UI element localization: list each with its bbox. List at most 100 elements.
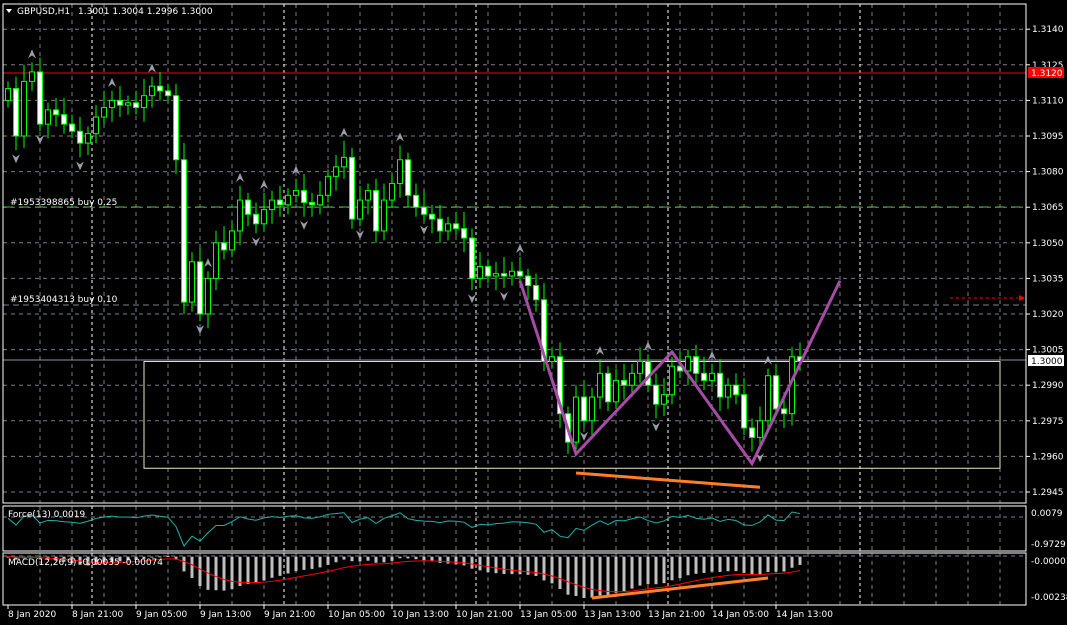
macd-histogram-bar (398, 556, 402, 559)
macd-histogram-bar (726, 556, 730, 572)
macd-histogram-bar (782, 556, 786, 572)
macd-histogram-bar (222, 556, 226, 591)
order-label-1[interactable]: #1953398865 buy 0.25 (10, 198, 117, 208)
candle (69, 114, 75, 139)
candle (117, 86, 123, 118)
candle (493, 261, 499, 291)
macd-histogram-bar (654, 556, 658, 585)
candle-body (93, 116, 99, 135)
candle-body (733, 384, 739, 396)
fractal-down-icon (300, 220, 308, 230)
candle (293, 178, 299, 203)
indicators (6, 511, 802, 600)
candle-body (461, 228, 467, 239)
candle-body (141, 95, 147, 109)
candle-body (757, 420, 763, 438)
time-tick-label: 8 Jan 2020 (8, 610, 56, 620)
fractal-down-icon (252, 237, 260, 247)
collapse-triangle-icon[interactable] (6, 9, 12, 13)
candle (525, 268, 531, 300)
candle (189, 252, 195, 312)
candle-body (749, 427, 755, 438)
candle-body (165, 90, 171, 97)
candle (341, 140, 347, 179)
candle (93, 105, 99, 144)
fractal-up-icon (396, 132, 404, 142)
candle-body (85, 133, 91, 144)
macd-histogram-bar (510, 556, 514, 575)
macd-histogram-bar (638, 556, 642, 586)
time-tick-label: 10 Jan 21:00 (456, 610, 513, 620)
macd-histogram-bar (238, 556, 242, 586)
fractal-down-icon (580, 431, 588, 441)
macd-histogram-bar (558, 556, 562, 589)
time-tick-label: 9 Jan 21:00 (264, 610, 316, 620)
candle-body (637, 360, 643, 374)
current-price-label: 1.3000 (1031, 357, 1063, 367)
macd-histogram-bar (702, 556, 706, 573)
candle (141, 79, 147, 122)
candle-body (597, 372, 603, 398)
candle (669, 356, 675, 405)
symbol-label: GBPUSD,H1 (17, 7, 70, 17)
candle (485, 259, 491, 284)
price-tick-label: 1.3110 (1032, 96, 1064, 106)
candle (101, 90, 107, 125)
candle-body (693, 356, 699, 374)
macd-histogram-bar (214, 556, 218, 591)
candle-body (373, 190, 379, 232)
candle-body (157, 85, 163, 92)
order-label-2[interactable]: #1953404313 buy 0.10 (10, 295, 118, 305)
macd-histogram-bar (678, 556, 682, 579)
candle (181, 143, 187, 315)
candle (317, 181, 323, 215)
candle-body (405, 159, 411, 196)
candle-body (493, 273, 499, 277)
price-tick-label: 1.3095 (1032, 132, 1064, 142)
candle-body (133, 102, 139, 109)
macd-axis-max: -0.00001 (1031, 557, 1067, 567)
candle (557, 342, 563, 428)
time-tick-label: 9 Jan 05:00 (136, 610, 188, 620)
candle (229, 221, 235, 258)
candle-body (173, 95, 179, 161)
candle (309, 192, 315, 217)
trading-chart[interactable]: GBPUSD,H1 1.3001 1.3004 1.2996 1.3000 #1… (0, 0, 1067, 625)
candle (517, 257, 523, 284)
candle-body (517, 270, 523, 277)
macd-histogram-bar (446, 556, 450, 564)
candle-body (773, 375, 779, 410)
macd-histogram-bar (190, 556, 194, 578)
fractal-up-icon (236, 172, 244, 182)
time-tick-label: 10 Jan 05:00 (328, 610, 385, 620)
alert-price-label: 1.3120 (1031, 69, 1063, 79)
candle (501, 257, 507, 288)
candle-body (445, 223, 451, 232)
candle (589, 387, 595, 436)
candle (77, 117, 83, 158)
macd-histogram-bar (366, 556, 370, 561)
candle-body (525, 275, 531, 287)
macd-histogram-bar (230, 556, 234, 590)
horizontal-lines (3, 72, 1026, 361)
candle (613, 368, 619, 409)
candle-body (709, 372, 715, 381)
macd-axis-min: -0.00238 (1031, 593, 1067, 603)
time-tick-label: 14 Jan 13:00 (776, 610, 833, 620)
macd-histogram-bar (302, 556, 306, 570)
candle (205, 271, 211, 329)
macd-histogram-bar (350, 556, 354, 562)
candle-body (269, 199, 275, 211)
candle-body (253, 213, 259, 225)
candle (653, 373, 659, 419)
candle (717, 359, 723, 412)
candle (429, 204, 435, 234)
candle-body (245, 199, 251, 215)
candle-body (509, 270, 515, 277)
time-axis: 8 Jan 2020 8 Jan 21:00 9 Jan 05:00 9 Jan 13… (7, 605, 833, 620)
candle-body (101, 107, 107, 118)
price-tick-label: 1.3080 (1032, 168, 1064, 178)
candle-body (621, 379, 627, 386)
price-tick-label: 1.2990 (1032, 381, 1064, 391)
candle-body (13, 88, 19, 137)
